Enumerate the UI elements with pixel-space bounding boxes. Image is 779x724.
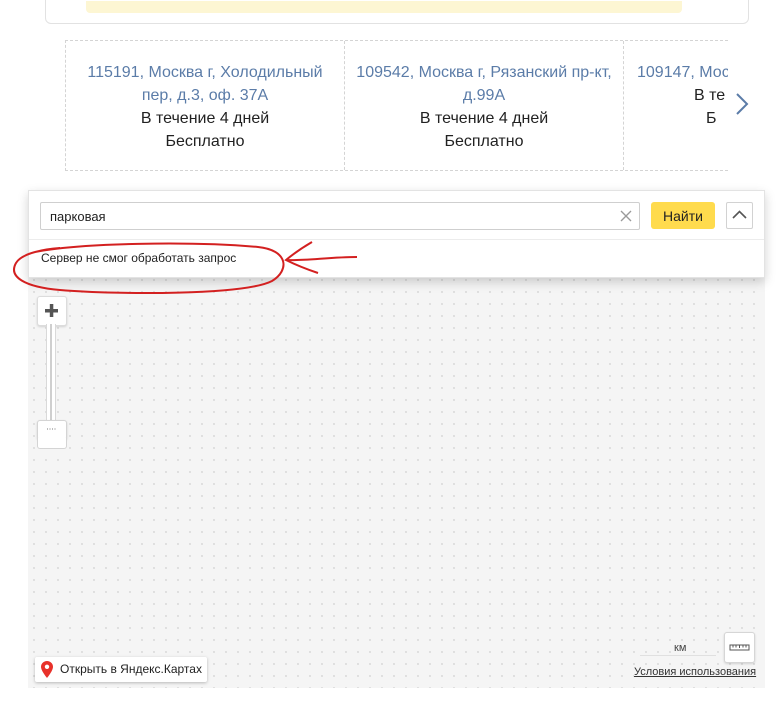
- delivery-point-address[interactable]: 109542, Москва г, Рязанский пр-кт, д.99А: [345, 61, 623, 107]
- zoom-slider-rail: [50, 324, 52, 426]
- open-in-maps-label: Открыть в Яндекс.Картах: [60, 662, 202, 676]
- delivery-point-card[interactable]: 115191, Москва г, Холодильный пер, д.3, …: [66, 41, 345, 170]
- delivery-point-price: Бесплатно: [444, 133, 524, 150]
- red-annotation-circle-arrow: [13, 241, 358, 295]
- delivery-point-term: В те: [694, 87, 726, 104]
- collapse-button[interactable]: [726, 202, 753, 229]
- delivery-point-card[interactable]: 109147, Мос В те Б: [624, 41, 728, 170]
- top-info-box: [45, 0, 749, 24]
- terms-of-use-link[interactable]: Условия использования: [634, 666, 757, 678]
- zoom-out-button[interactable]: [37, 438, 67, 449]
- delivery-point-address[interactable]: 115191, Москва г, Холодильный пер, д.3, …: [66, 61, 344, 107]
- search-field: [40, 202, 640, 230]
- notice-banner: [86, 1, 682, 13]
- ruler-button[interactable]: [724, 632, 755, 663]
- scale-line: [640, 655, 716, 656]
- close-icon[interactable]: [620, 210, 632, 222]
- ruler-icon: [729, 644, 750, 651]
- scale-label: км: [672, 642, 689, 654]
- plus-icon: [45, 304, 58, 317]
- delivery-point-price: Бесплатно: [165, 133, 245, 150]
- zoom-slider-handle[interactable]: [37, 420, 67, 440]
- grip-icon: [47, 428, 57, 430]
- delivery-point-term: В течение 4 дней: [419, 110, 549, 127]
- delivery-point-price: Б: [706, 110, 717, 127]
- chevron-right-icon[interactable]: [733, 90, 751, 118]
- zoom-slider-track[interactable]: [46, 324, 56, 426]
- map-pin-icon: [41, 661, 53, 678]
- delivery-point-address[interactable]: 109147, Мос: [624, 61, 728, 84]
- search-input[interactable]: [41, 203, 611, 229]
- chevron-up-icon: [732, 210, 747, 219]
- delivery-point-term: В течение 4 дней: [140, 110, 270, 127]
- zoom-in-button[interactable]: [37, 296, 67, 326]
- delivery-points-carousel: 115191, Москва г, Холодильный пер, д.3, …: [65, 40, 728, 171]
- find-button[interactable]: Найти: [651, 202, 715, 229]
- open-in-yandex-maps-button[interactable]: Открыть в Яндекс.Картах: [35, 657, 207, 682]
- delivery-point-card[interactable]: 109542, Москва г, Рязанский пр-кт, д.99А…: [345, 41, 624, 170]
